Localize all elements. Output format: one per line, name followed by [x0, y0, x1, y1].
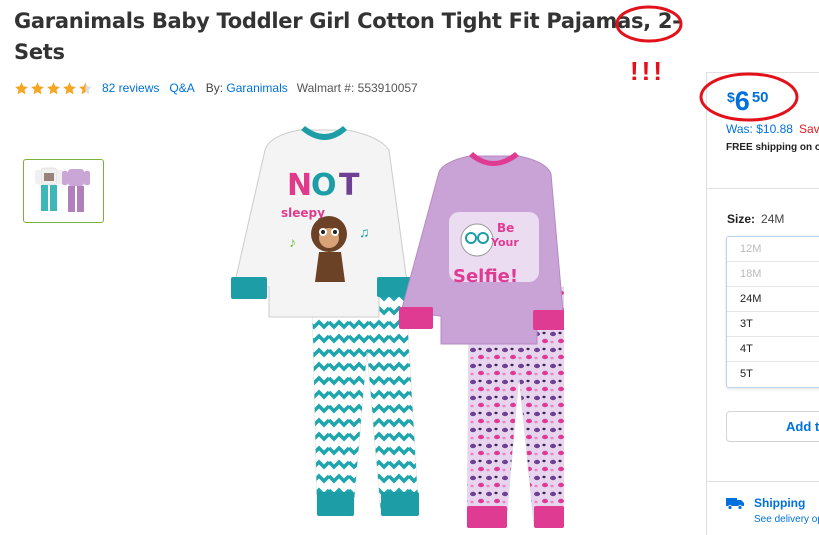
current-price: $ 6 50 — [727, 88, 769, 115]
savings-label: Sav — [798, 122, 819, 136]
price-dollars: 6 — [734, 86, 750, 116]
size-option-4t[interactable]: 4T — [727, 337, 819, 362]
star-icon — [15, 81, 28, 94]
star-icon — [47, 81, 60, 94]
size-label: Size: — [727, 212, 756, 226]
svg-text:♪: ♪ — [289, 234, 296, 250]
price-cents: 50 — [751, 89, 769, 106]
qa-link[interactable]: Q&A — [169, 81, 194, 95]
svg-text:♫: ♫ — [359, 224, 370, 240]
size-option-5t[interactable]: 5T — [727, 362, 819, 387]
svg-text:Your: Your — [490, 236, 519, 249]
star-icon — [63, 81, 76, 94]
was-price: Was: $10.88 — [726, 122, 793, 136]
size-option-3t[interactable]: 3T — [727, 312, 819, 337]
by-label: By: Garanimals — [206, 81, 288, 95]
shipping-row[interactable]: Shipping — [726, 496, 805, 510]
annotation-exclaim: !!! — [630, 56, 665, 86]
by-prefix: By: — [205, 81, 224, 95]
svg-text:T: T — [339, 168, 360, 203]
reviews-link[interactable]: 82 reviews — [102, 81, 159, 95]
add-to-cart-button[interactable]: Add to — [726, 411, 819, 442]
was-price-row: Was: $10.88 Sav — [726, 122, 819, 136]
svg-text:Selfie!: Selfie! — [453, 266, 518, 287]
product-title-line1: Garanimals Baby Toddler Girl Cotton Tigh… — [14, 9, 681, 33]
rating-stars[interactable] — [14, 81, 94, 96]
star-icon — [31, 81, 44, 94]
svg-text:O: O — [311, 168, 337, 203]
image-thumbnail[interactable] — [23, 159, 104, 223]
thumbnail-pajamas-image — [35, 167, 90, 212]
brand-link[interactable]: Garanimals — [226, 81, 287, 95]
price-currency: $ — [727, 89, 735, 105]
svg-text:sleepy: sleepy — [281, 206, 325, 220]
shipping-label: Shipping — [754, 496, 806, 510]
panel-divider — [707, 188, 819, 189]
free-shipping-note: FREE shipping on or — [726, 142, 819, 153]
panel-divider-bottom — [707, 481, 819, 482]
size-selected-value: 24M — [761, 212, 785, 226]
size-selector-label: Size: 24M — [727, 212, 784, 226]
size-option-12m: 12M — [727, 237, 819, 262]
size-option-24m[interactable]: 24M — [727, 287, 819, 312]
product-meta: 82 reviews Q&A By: Garanimals Walmart #:… — [14, 79, 418, 97]
size-option-18m: 18M — [727, 262, 819, 287]
product-title-line2: Sets — [14, 40, 65, 64]
svg-text:Be: Be — [497, 221, 514, 235]
product-title: Garanimals Baby Toddler Girl Cotton Tigh… — [14, 6, 714, 68]
walmart-number: Walmart #: 553910057 — [296, 81, 418, 95]
size-dropdown-list[interactable]: 12M 18M 24M 3T 4T 5T — [726, 236, 819, 388]
half-star-icon — [79, 81, 92, 94]
delivery-options-link[interactable]: See delivery op — [754, 514, 819, 525]
svg-text:N: N — [287, 168, 312, 203]
truck-icon — [726, 497, 744, 510]
product-image[interactable]: N O T sleepy ♪ ♫ Be Your Selfie! — [229, 122, 564, 532]
